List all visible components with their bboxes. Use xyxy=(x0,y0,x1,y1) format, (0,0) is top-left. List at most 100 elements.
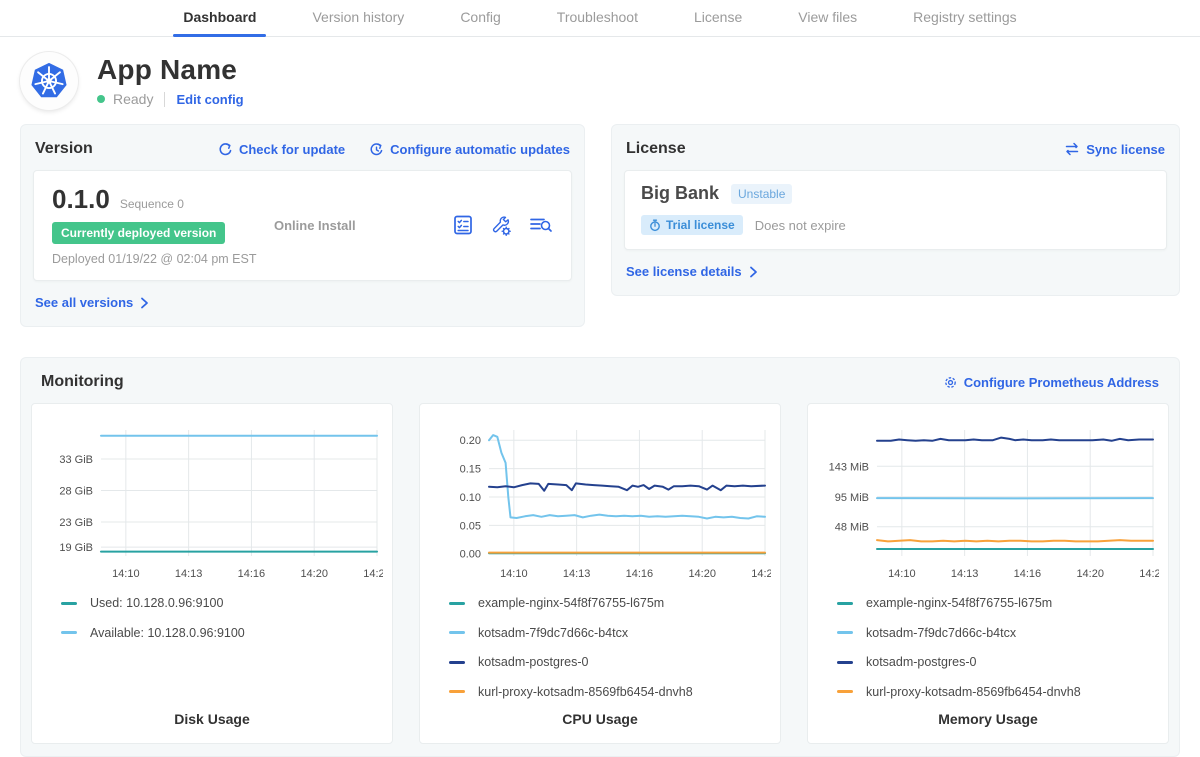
version-card-title: Version xyxy=(35,140,93,158)
chart-panel-memory-usage: 14:1014:1314:1614:2014:2348 MiB95 MiB143… xyxy=(807,403,1169,744)
svg-text:14:13: 14:13 xyxy=(951,568,979,580)
current-version-panel: 0.1.0 Sequence 0 Currently deployed vers… xyxy=(33,170,572,281)
deployed-timestamp: Deployed 01/19/22 @ 02:04 pm EST xyxy=(52,252,274,266)
cpu-usage-chart: 14:10 14:13 14:16 14:20 14:23 0.00 0.05 0.10 0.1… xyxy=(429,416,771,584)
legend-item: Used: 10.128.0.96:9100 xyxy=(61,596,383,610)
legend-label: kurl-proxy-kotsadm-8569fb6454-dnvh8 xyxy=(866,685,1081,699)
tab-license[interactable]: License xyxy=(684,0,752,36)
svg-text:143 MiB: 143 MiB xyxy=(829,461,869,473)
svg-text:48 MiB: 48 MiB xyxy=(835,522,869,534)
license-expiry: Does not expire xyxy=(755,218,846,233)
see-license-details-link[interactable]: See license details xyxy=(626,264,759,279)
kubernetes-icon xyxy=(26,58,72,104)
top-navigation: Dashboard Version history Config Troublesho… xyxy=(0,0,1200,37)
legend-item: kotsadm-postgres-0 xyxy=(837,655,1159,669)
chart-title: Disk Usage xyxy=(41,711,383,730)
tab-troubleshoot[interactable]: Troubleshoot xyxy=(547,0,648,36)
license-panel: Big Bank Unstable Trial license Does not… xyxy=(624,170,1167,250)
svg-text:14:16: 14:16 xyxy=(1014,568,1042,580)
chart-panel-cpu-usage: 14:10 14:13 14:16 14:20 14:23 0.00 0.05 0.10 0.1… xyxy=(419,403,781,744)
license-name: Big Bank xyxy=(641,183,719,204)
version-number: 0.1.0 xyxy=(52,184,110,215)
cpu-usage-legend: example-nginx-54f8f76755-l675m kotsadm-7f… xyxy=(449,596,771,711)
edit-config-link[interactable]: Edit config xyxy=(176,92,243,107)
disk-usage-chart: 14:1014:1314:1614:2014:2319 GiB23 GiB28 … xyxy=(41,416,383,584)
svg-text:0.10: 0.10 xyxy=(460,492,481,504)
configure-prometheus-link[interactable]: Configure Prometheus Address xyxy=(943,375,1159,390)
sync-icon xyxy=(1064,142,1080,156)
legend-dash-icon xyxy=(837,661,853,664)
legend-label: example-nginx-54f8f76755-l675m xyxy=(866,596,1052,610)
legend-label: Available: 10.128.0.96:9100 xyxy=(90,626,245,640)
memory-usage-legend: example-nginx-54f8f76755-l675m kotsadm-7f… xyxy=(837,596,1159,711)
config-wrench-icon[interactable] xyxy=(490,214,513,237)
chart-title: CPU Usage xyxy=(429,711,771,730)
channel-badge: Unstable xyxy=(731,184,792,204)
check-for-update-link[interactable]: Check for update xyxy=(218,142,345,157)
svg-text:14:13: 14:13 xyxy=(563,568,591,580)
legend-item: kotsadm-7f9dc7d66c-b4tcx xyxy=(449,626,771,640)
legend-dash-icon xyxy=(449,690,465,693)
legend-item: kotsadm-postgres-0 xyxy=(449,655,771,669)
svg-text:14:23: 14:23 xyxy=(751,568,771,580)
monitoring-title: Monitoring xyxy=(41,373,124,391)
svg-text:14:10: 14:10 xyxy=(500,568,528,580)
license-card-title: License xyxy=(626,140,686,158)
svg-text:33 GiB: 33 GiB xyxy=(59,454,93,466)
monitoring-card: Monitoring Configure Prometheus Address … xyxy=(20,357,1180,757)
svg-text:14:10: 14:10 xyxy=(888,568,916,580)
chart-title: Memory Usage xyxy=(817,711,1159,730)
legend-dash-icon xyxy=(837,602,853,605)
svg-text:14:16: 14:16 xyxy=(626,568,654,580)
stopwatch-icon xyxy=(649,219,661,232)
legend-dash-icon xyxy=(449,661,465,664)
legend-item: kotsadm-7f9dc7d66c-b4tcx xyxy=(837,626,1159,640)
legend-label: example-nginx-54f8f76755-l675m xyxy=(478,596,664,610)
legend-label: Used: 10.128.0.96:9100 xyxy=(90,596,223,610)
svg-text:14:20: 14:20 xyxy=(300,568,328,580)
svg-text:14:20: 14:20 xyxy=(688,568,716,580)
chevron-right-icon xyxy=(748,266,759,278)
tab-config[interactable]: Config xyxy=(450,0,510,36)
page-title: App Name xyxy=(97,55,244,86)
schedule-update-icon xyxy=(369,142,384,157)
svg-text:0.00: 0.00 xyxy=(460,549,481,561)
svg-text:0.15: 0.15 xyxy=(460,464,481,476)
preflight-checks-icon[interactable] xyxy=(452,214,474,236)
legend-label: kotsadm-7f9dc7d66c-b4tcx xyxy=(478,626,628,640)
svg-text:0.05: 0.05 xyxy=(460,520,481,532)
install-type: Online Install xyxy=(274,218,356,233)
svg-text:95 MiB: 95 MiB xyxy=(835,492,869,504)
legend-item: example-nginx-54f8f76755-l675m xyxy=(449,596,771,610)
gear-icon xyxy=(943,375,958,390)
view-logs-icon[interactable] xyxy=(529,214,553,236)
trial-license-badge: Trial license xyxy=(641,215,743,235)
refresh-icon xyxy=(218,142,233,157)
svg-text:14:10: 14:10 xyxy=(112,568,140,580)
deployed-badge: Currently deployed version xyxy=(52,222,225,244)
svg-text:14:23: 14:23 xyxy=(1139,568,1159,580)
tab-view-files[interactable]: View files xyxy=(788,0,867,36)
legend-dash-icon xyxy=(61,631,77,634)
svg-text:19 GiB: 19 GiB xyxy=(59,542,93,554)
see-all-versions-link[interactable]: See all versions xyxy=(35,295,150,310)
legend-label: kurl-proxy-kotsadm-8569fb6454-dnvh8 xyxy=(478,685,693,699)
license-card: License Sync license Big Bank Unstable xyxy=(611,124,1180,296)
legend-dash-icon xyxy=(449,602,465,605)
tab-registry-settings[interactable]: Registry settings xyxy=(903,0,1026,36)
app-header: App Name Ready Edit config xyxy=(0,37,1200,122)
version-sequence: Sequence 0 xyxy=(120,197,184,211)
svg-text:14:13: 14:13 xyxy=(175,568,203,580)
configure-automatic-updates-link[interactable]: Configure automatic updates xyxy=(369,142,570,157)
legend-dash-icon xyxy=(61,602,77,605)
memory-usage-chart: 14:1014:1314:1614:2014:2348 MiB95 MiB143… xyxy=(817,416,1159,584)
svg-text:28 GiB: 28 GiB xyxy=(59,485,93,497)
legend-dash-icon xyxy=(449,631,465,634)
tab-dashboard[interactable]: Dashboard xyxy=(173,0,266,36)
legend-item: kurl-proxy-kotsadm-8569fb6454-dnvh8 xyxy=(837,685,1159,699)
tab-version-history[interactable]: Version history xyxy=(302,0,414,36)
divider xyxy=(164,92,165,107)
legend-label: kotsadm-postgres-0 xyxy=(866,655,976,669)
sync-license-link[interactable]: Sync license xyxy=(1064,142,1165,157)
legend-item: Available: 10.128.0.96:9100 xyxy=(61,626,383,640)
